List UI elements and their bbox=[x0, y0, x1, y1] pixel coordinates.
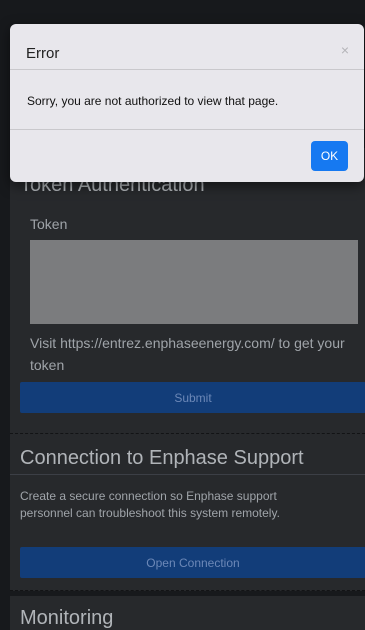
page: Token Authentication Token Visit https:/… bbox=[0, 0, 365, 630]
dialog-title: Error bbox=[26, 45, 60, 62]
error-dialog: Error × Sorry, you are not authorized to… bbox=[10, 24, 364, 182]
dialog-message: Sorry, you are not authorized to view th… bbox=[27, 94, 279, 108]
dialog-footer-divider bbox=[10, 129, 364, 130]
close-icon[interactable]: × bbox=[341, 42, 349, 58]
ok-button[interactable]: OK bbox=[311, 141, 348, 171]
dialog-header-divider bbox=[10, 69, 364, 70]
